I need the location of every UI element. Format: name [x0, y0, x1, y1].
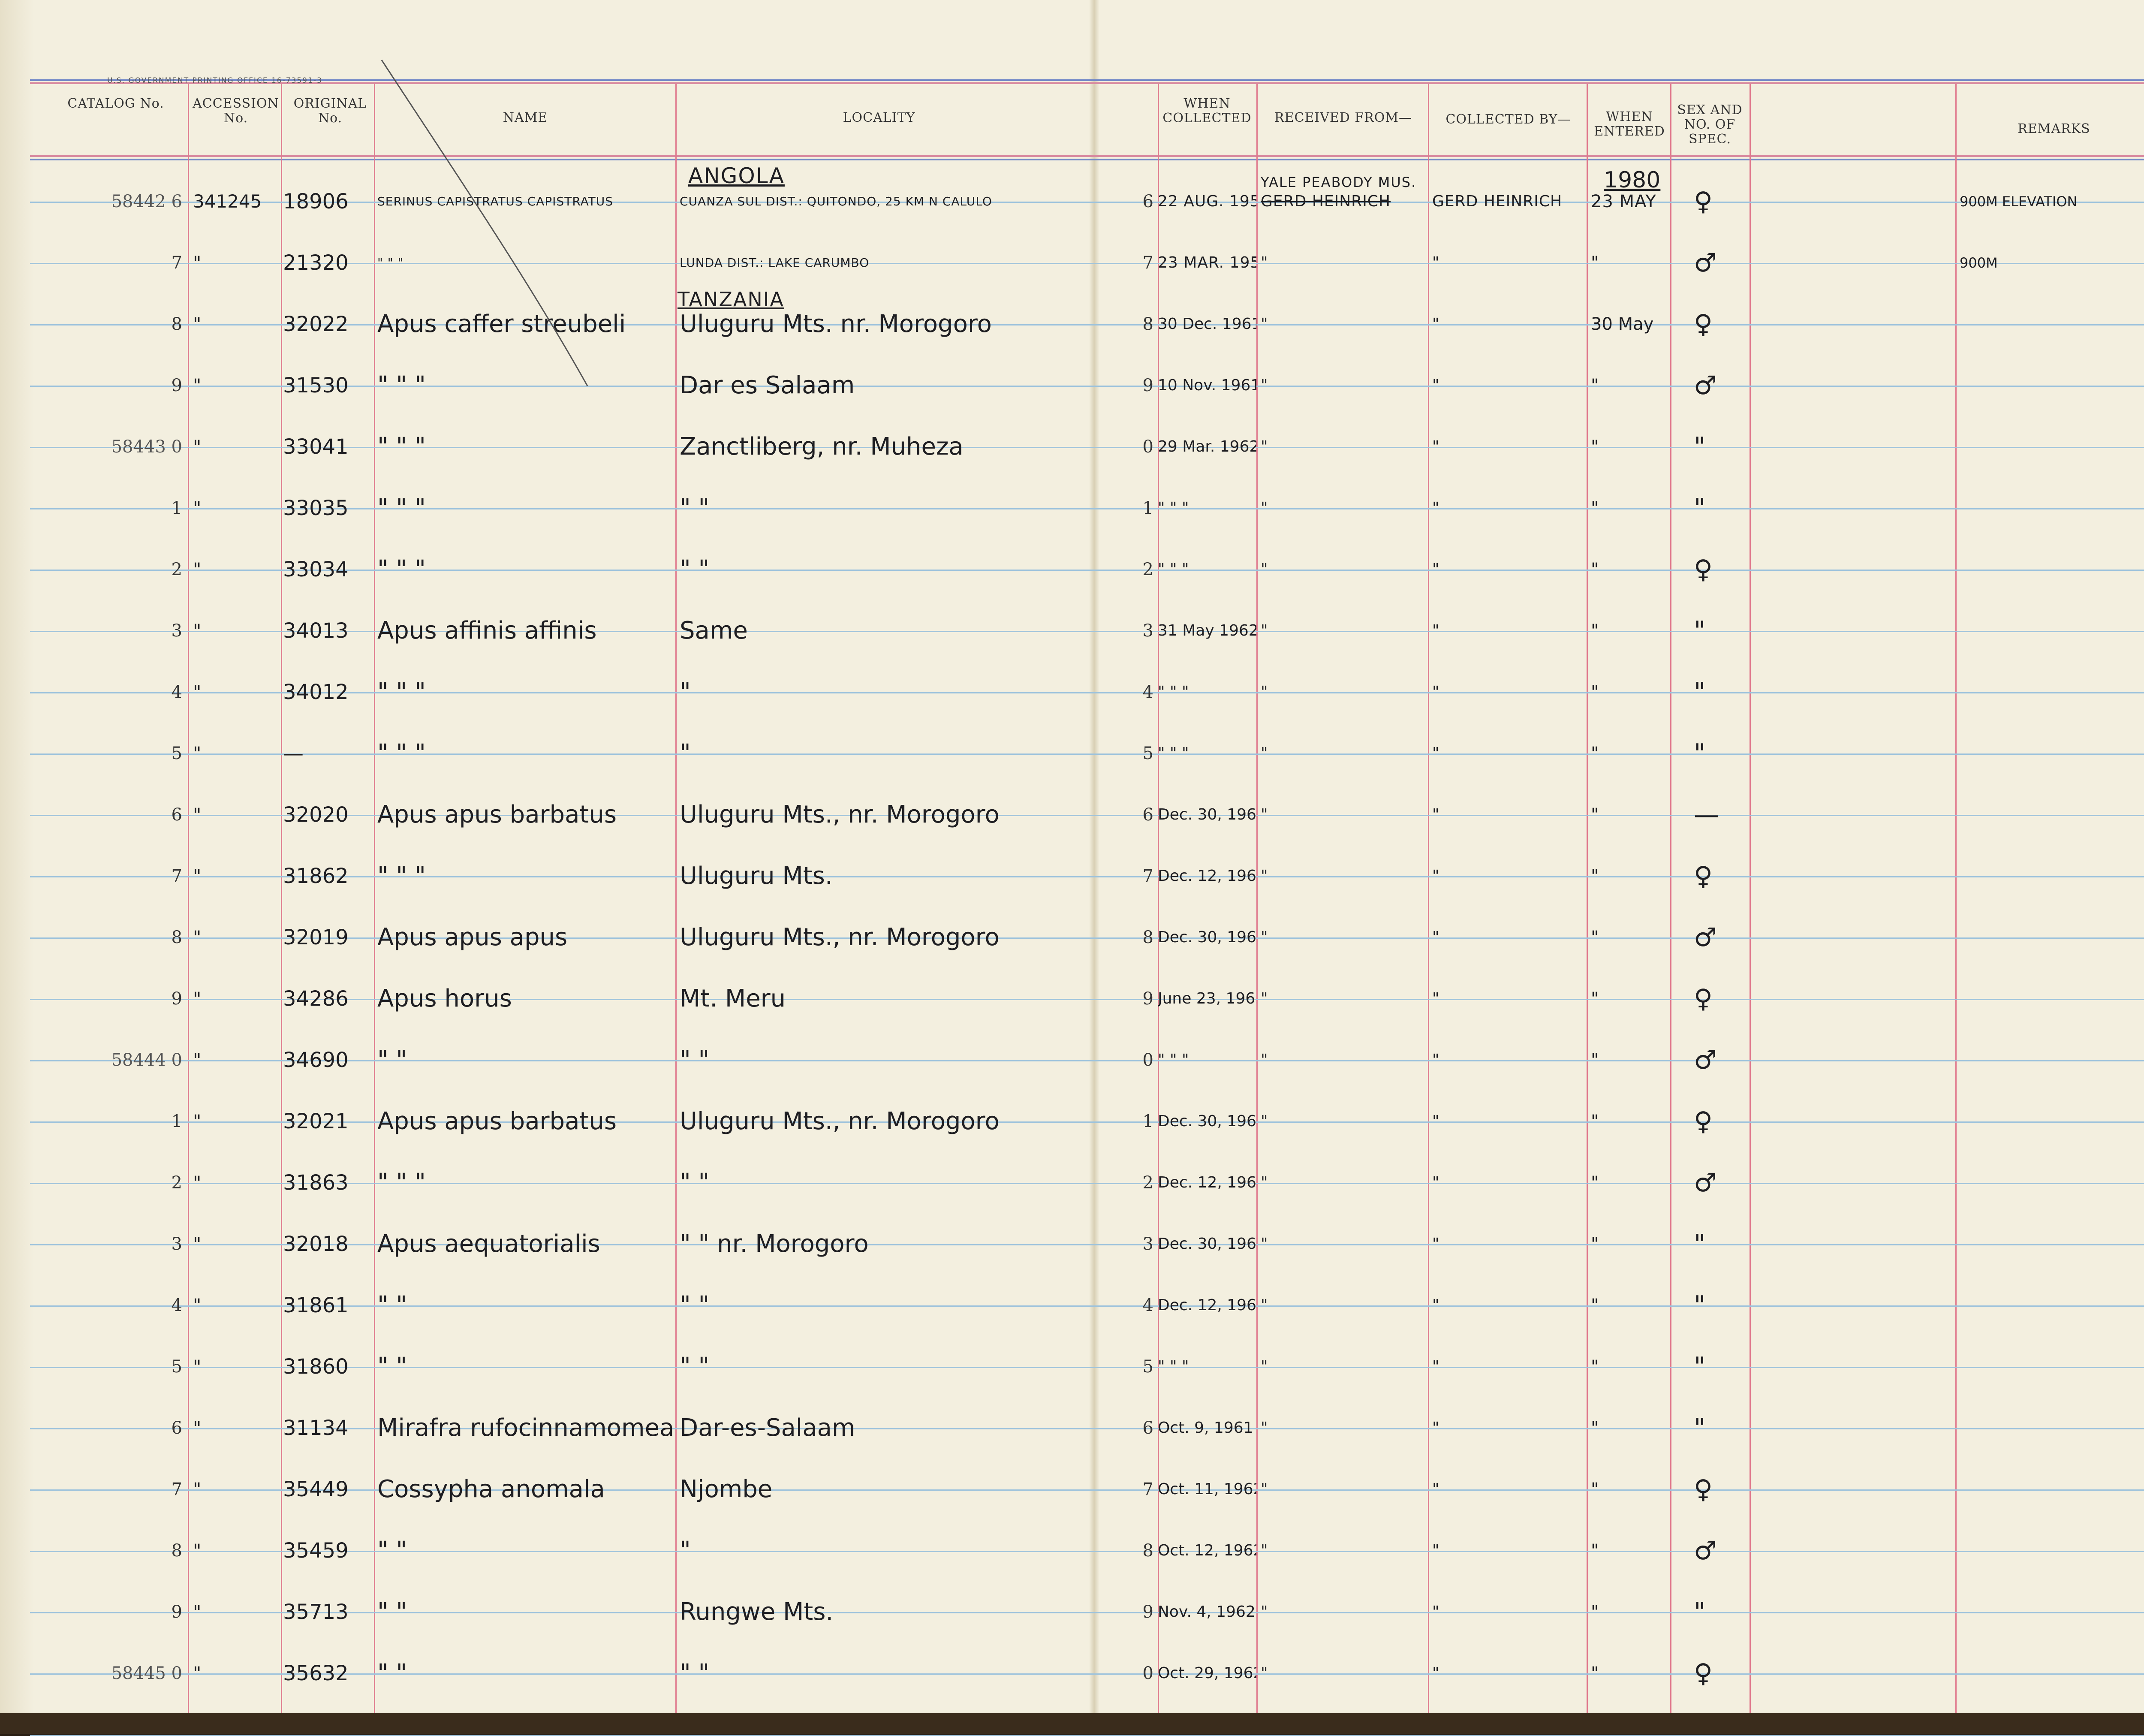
ledger-page: U.S. GOVERNMENT PRINTING OFFICE 16-73591…: [0, 0, 2144, 1736]
pencil-stroke: [381, 60, 588, 386]
page-bottom-edge: [0, 1713, 2144, 1734]
